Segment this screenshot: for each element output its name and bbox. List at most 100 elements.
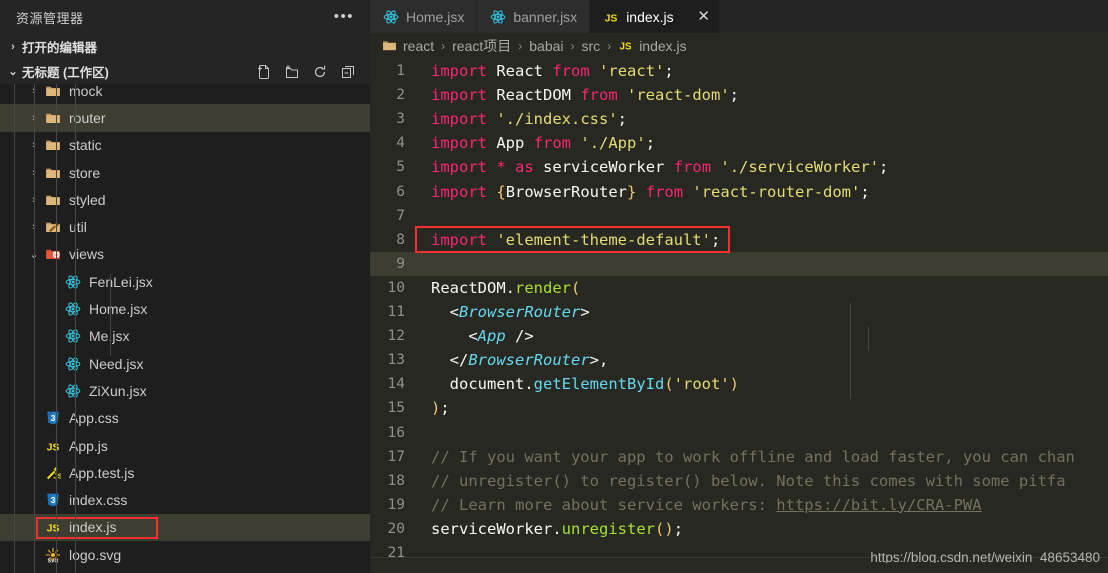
svg-text:3: 3 <box>51 495 56 505</box>
line-number: 4 <box>370 135 417 151</box>
line-number: 20 <box>370 521 417 537</box>
tab-label: index.js <box>626 9 673 25</box>
react-icon <box>62 274 84 290</box>
breadcrumb-item[interactable]: react项目 <box>452 36 511 56</box>
code-line-16[interactable]: 16 <box>370 421 1108 445</box>
tools-folder-icon <box>42 219 64 235</box>
new-folder-icon[interactable] <box>284 64 300 80</box>
code-line-17[interactable]: 17// If you want your app to work offlin… <box>370 445 1108 469</box>
code-line-2[interactable]: 2import ReactDOM from 'react-dom'; <box>370 83 1108 107</box>
code-line-9[interactable]: 9 <box>370 252 1108 276</box>
tree-indent-guide <box>56 84 57 573</box>
line-number: 6 <box>370 184 417 200</box>
tab-home-jsx[interactable]: Home.jsx <box>370 0 477 33</box>
collapse-all-icon[interactable] <box>340 64 356 80</box>
code-line-14[interactable]: 14 document.getElementById('root') <box>370 372 1108 396</box>
line-number: 11 <box>370 304 417 320</box>
new-file-icon[interactable] <box>256 64 272 80</box>
code-line-text: import App from './App'; <box>417 134 655 152</box>
code-line-6[interactable]: 6import {BrowserRouter} from 'react-rout… <box>370 180 1108 204</box>
line-number: 5 <box>370 159 417 175</box>
folder-icon <box>42 84 64 99</box>
code-line-text: // Learn more about service workers: htt… <box>417 496 982 514</box>
tree-item-label: Me.jsx <box>84 328 129 344</box>
breadcrumb-item[interactable]: babai <box>529 38 563 54</box>
horizontal-scrollbar[interactable] <box>370 563 1108 573</box>
code-line-8[interactable]: 8import 'element-theme-default'; <box>370 228 1108 252</box>
close-icon[interactable]: ✕ <box>695 9 713 24</box>
section-open-editors[interactable]: › 打开的编辑器 <box>0 34 370 59</box>
code-indent-guide <box>850 303 851 399</box>
line-number: 16 <box>370 425 417 441</box>
section-workspace[interactable]: ⌄ 无标题 (工作区) <box>0 59 370 84</box>
tree-item-label: App.css <box>64 410 119 426</box>
code-line-10[interactable]: 10ReactDOM.render( <box>370 276 1108 300</box>
line-number: 14 <box>370 376 417 392</box>
code-line-text: </BrowserRouter>, <box>417 351 608 369</box>
breadcrumb[interactable]: react›react项目›babai›src›JSindex.js <box>370 33 1108 58</box>
line-number: 9 <box>370 256 417 272</box>
editor-area: Home.jsxbanner.jsx JS index.js ✕ react › reac… <box>370 0 1108 573</box>
code-line-text: import * as serviceWorker from './servic… <box>417 158 888 176</box>
react-icon <box>62 328 84 344</box>
folder-icon <box>382 38 397 53</box>
tree-item-label: App.js <box>64 438 108 454</box>
more-actions-icon[interactable]: ••• <box>332 12 356 22</box>
file-tree[interactable]: ›mock›router›static›store›styled›util⌄<>… <box>0 84 370 573</box>
tree-item-label: index.js <box>64 519 116 535</box>
tree-item-label: index.css <box>64 492 127 508</box>
js-icon: JS <box>42 519 64 535</box>
breadcrumb-separator-icon: › <box>606 39 612 53</box>
code-line-5[interactable]: 5import * as serviceWorker from './servi… <box>370 155 1108 179</box>
css-icon: 3 <box>42 410 64 426</box>
svg-text:JS: JS <box>53 471 61 480</box>
tree-indent-guide <box>14 84 15 573</box>
tree-indent-guide <box>34 84 35 573</box>
code-line-18[interactable]: 18// unregister() to register() below. N… <box>370 469 1108 493</box>
tab-index-js[interactable]: JS index.js ✕ <box>590 0 719 33</box>
tree-item-label: ZiXun.jsx <box>84 383 147 399</box>
code-line-20[interactable]: 20serviceWorker.unregister(); <box>370 517 1108 541</box>
line-number: 21 <box>370 545 417 561</box>
js-icon: JS <box>603 9 619 25</box>
line-number: 7 <box>370 208 417 224</box>
tree-item-label: mock <box>64 84 102 99</box>
tree-item-label: styled <box>64 192 106 208</box>
svg-text:JS: JS <box>47 441 60 453</box>
line-number: 3 <box>370 111 417 127</box>
react-icon <box>62 301 84 317</box>
code-line-1[interactable]: 1import React from 'react'; <box>370 59 1108 83</box>
code-line-7[interactable]: 7 <box>370 204 1108 228</box>
svg-icon: SVG <box>42 547 64 563</box>
breadcrumb-separator-icon: › <box>570 39 576 53</box>
code-line-12[interactable]: 12 <App /> <box>370 324 1108 348</box>
code-editor[interactable]: 1import React from 'react';2import React… <box>370 58 1108 573</box>
tab-banner-jsx[interactable]: banner.jsx <box>477 0 590 33</box>
js-icon: JS <box>42 438 64 454</box>
code-line-15[interactable]: 15); <box>370 396 1108 420</box>
tree-item-label: store <box>64 165 100 181</box>
editor-tab-bar: Home.jsxbanner.jsx JS index.js ✕ <box>370 0 1108 33</box>
code-line-text: // unregister() to register() below. Not… <box>417 472 1066 490</box>
code-line-text: document.getElementById('root') <box>417 375 739 393</box>
refresh-icon[interactable] <box>312 64 328 80</box>
code-line-text: ); <box>417 399 450 417</box>
breadcrumb-item[interactable]: react <box>403 38 434 54</box>
chevron-down-icon: ⌄ <box>4 65 22 78</box>
code-line-11[interactable]: 11 <BrowserRouter> <box>370 300 1108 324</box>
breadcrumb-item[interactable]: src <box>582 38 601 54</box>
tree-item-label: views <box>64 246 104 262</box>
tree-item-label: router <box>64 110 106 126</box>
code-line-13[interactable]: 13 </BrowserRouter>, <box>370 348 1108 372</box>
tree-item-label: Need.jsx <box>84 356 143 372</box>
line-number: 1 <box>370 63 417 79</box>
tree-indent-guide <box>110 274 111 356</box>
react-icon <box>490 9 506 25</box>
code-line-3[interactable]: 3import './index.css'; <box>370 107 1108 131</box>
tree-item-label: logo.svg <box>64 547 121 563</box>
breadcrumb-file[interactable]: index.js <box>639 38 686 54</box>
code-line-4[interactable]: 4import App from './App'; <box>370 131 1108 155</box>
breadcrumb-separator-icon: › <box>517 39 523 53</box>
line-number: 13 <box>370 352 417 368</box>
code-line-19[interactable]: 19// Learn more about service workers: h… <box>370 493 1108 517</box>
